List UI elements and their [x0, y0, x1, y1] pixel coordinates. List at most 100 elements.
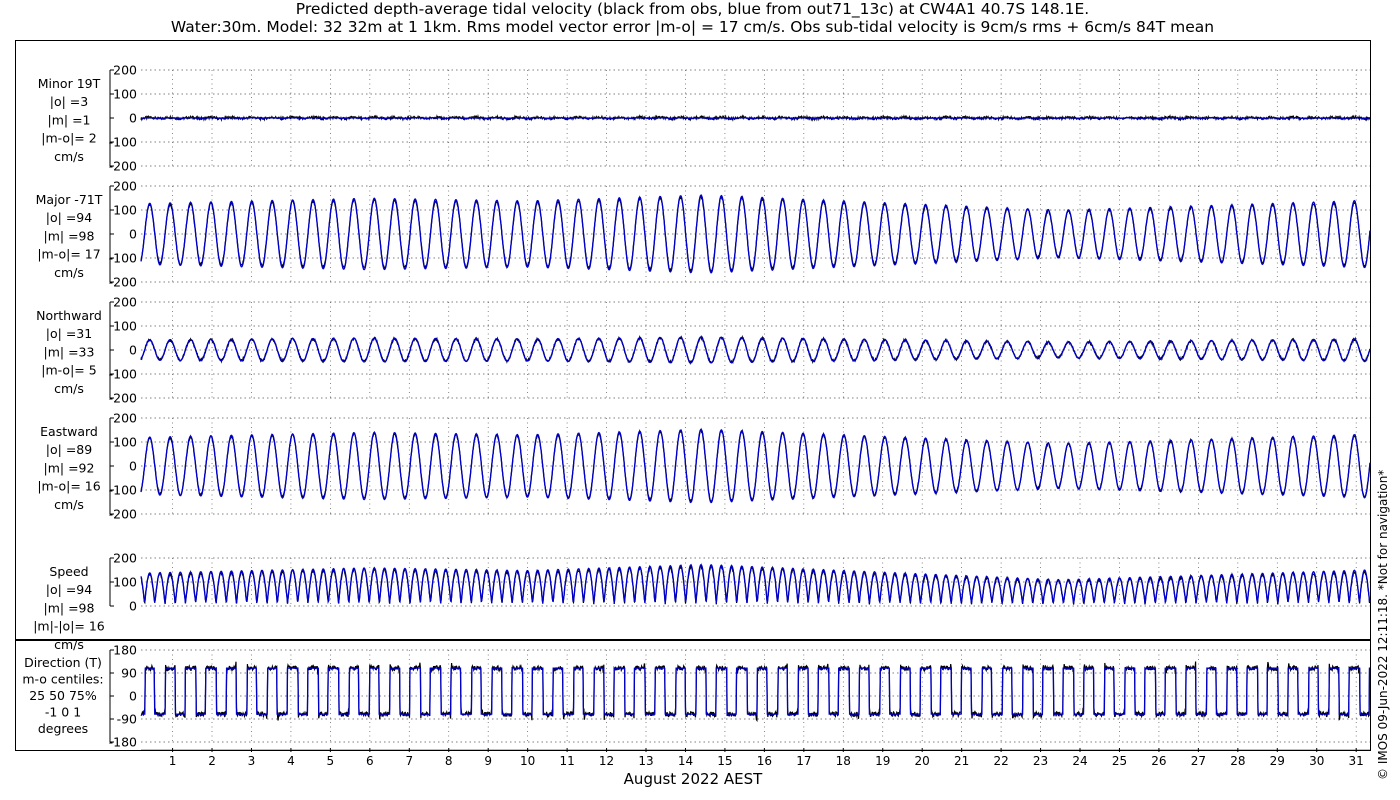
panel-label-stat: |o| =3: [50, 94, 88, 109]
x-tick-label: 6: [366, 754, 374, 768]
x-tick-label: 18: [836, 754, 851, 768]
series-model-line: [140, 563, 1371, 605]
y-tick-label: -100: [109, 367, 137, 382]
y-tick-label: -200: [109, 507, 137, 522]
plot-frames: [15, 40, 1371, 751]
panel-label-stat: |m| =1: [48, 112, 91, 127]
upper-frame: [15, 40, 1371, 640]
panel-label-stat: |m-o|= 2: [41, 131, 96, 146]
y-tick-label: 200: [113, 63, 137, 78]
panel-label-stat: cm/s: [54, 381, 84, 396]
panel-minor: -200 -100 0 100 200 Minor 19T |o| =3 |m| =1 |m-o…: [38, 63, 1371, 174]
y-tick-label: 100: [113, 575, 137, 590]
x-tick-label: 3: [248, 754, 256, 768]
x-axis-label: August 2022 AEST: [624, 770, 763, 788]
panel-label-title: Northward: [36, 308, 102, 323]
x-tick-label: 31: [1349, 754, 1364, 768]
y-tick-label: -100: [109, 251, 137, 266]
y-tick-label: 0: [129, 343, 137, 358]
panel-label-title: Eastward: [40, 424, 98, 439]
y-tick-label: -180: [109, 735, 137, 750]
panel-label-stat: cm/s: [54, 265, 84, 280]
panel-northward: -200 -100 0 100 200 Northward |o| =31 |m| =33 |m…: [36, 295, 1371, 406]
x-tick-label: 27: [1191, 754, 1206, 768]
panel-label-stat: |m-o|= 17: [37, 247, 100, 262]
x-tick-label: 19: [875, 754, 890, 768]
x-tick-label: 1: [169, 754, 177, 768]
panel-direction: -180 -90 0 90 180 Direction (T) m-o centiles:2…: [22, 643, 1371, 750]
panel-label-title: Major -71T: [36, 192, 103, 207]
panel-label-stat: -1 0 1: [45, 705, 81, 720]
panel-label-title: Direction (T): [24, 655, 102, 670]
y-tick-label: 100: [113, 87, 137, 102]
series-model-line: [141, 667, 1371, 715]
y-tick-label: -90: [117, 712, 137, 727]
panel-speed: 0 100 200 Speed |o| =94 |m| =98 |m|-|o|= 16 cm/…: [33, 551, 1371, 652]
panel-label-stat: m-o centiles:: [22, 672, 103, 687]
y-tick-label: 0: [129, 227, 137, 242]
x-tick-label: 13: [638, 754, 653, 768]
panel-label-title: Speed: [49, 564, 88, 579]
y-tick-label: 180: [113, 643, 137, 658]
y-tick-label: -200: [109, 159, 137, 174]
panel-label-stat: |o| =94: [46, 582, 92, 597]
y-tick-label: 0: [129, 689, 137, 704]
x-tick-label: 7: [405, 754, 413, 768]
y-tick-label: 0: [129, 459, 137, 474]
panel-label-stat: cm/s: [54, 497, 84, 512]
x-tick-label: 20: [915, 754, 930, 768]
x-tick-label: 30: [1309, 754, 1324, 768]
series-model-line: [140, 336, 1371, 364]
y-tick-label: -200: [109, 275, 137, 290]
panel-label-stat: |m| =92: [44, 460, 95, 475]
x-tick-label: 4: [287, 754, 295, 768]
y-tick-label: 100: [113, 203, 137, 218]
x-tick-label: 23: [1033, 754, 1048, 768]
panel-label-stat: |o| =31: [46, 326, 92, 341]
x-tick-label: 8: [445, 754, 453, 768]
x-tick-label: 26: [1151, 754, 1166, 768]
lower-frame: [15, 640, 1371, 751]
panel-major: -200 -100 0 100 200 Major -71T |o| =94 |m| =98 |…: [36, 179, 1371, 290]
y-tick-label: 0: [129, 111, 137, 126]
y-tick-label: 100: [113, 435, 137, 450]
panel-label-stat: 25 50 75%: [29, 688, 97, 703]
panel-label-stat: cm/s: [54, 637, 84, 652]
panel-label-stat: |m| =98: [44, 600, 95, 615]
y-tick-label: -200: [109, 391, 137, 406]
y-tick-label: 200: [113, 295, 137, 310]
copyright-note: © IMOS 09-Jun-2022 12:11:18. *Not for na…: [1376, 470, 1390, 780]
panel-eastward: -200 -100 0 100 200 Eastward |o| =89 |m| =92 |m-…: [37, 411, 1371, 522]
panel-label-stat: |o| =94: [46, 210, 92, 225]
panel-label-stat: degrees: [38, 721, 88, 736]
x-tick-label: 29: [1270, 754, 1285, 768]
y-tick-label: 0: [129, 599, 137, 614]
y-tick-label: 200: [113, 411, 137, 426]
x-tick-label: 22: [993, 754, 1008, 768]
y-tick-label: 90: [121, 666, 137, 681]
x-tick-label: 10: [520, 754, 535, 768]
panel-label-stat: |m| =98: [44, 228, 95, 243]
x-tick-label: 28: [1230, 754, 1245, 768]
x-tick-label: 2: [208, 754, 216, 768]
y-tick-label: 200: [113, 551, 137, 566]
x-tick-label: 16: [757, 754, 772, 768]
x-tick-label: 14: [678, 754, 693, 768]
series-model-line: [140, 194, 1371, 274]
x-tick-label: 11: [559, 754, 574, 768]
panel-label-stat: |m-o|= 5: [41, 363, 96, 378]
y-tick-label: -100: [109, 135, 137, 150]
x-tick-label: 24: [1072, 754, 1087, 768]
tidal-velocity-chart: -200-1000100200Minor 19T|o| =3|m| =1|m-o…: [15, 40, 1390, 788]
x-tick-label: 12: [599, 754, 614, 768]
y-tick-label: 100: [113, 319, 137, 334]
x-tick-label: 21: [954, 754, 969, 768]
panel-label-stat: |m| =33: [44, 344, 95, 359]
panel-label-title: Minor 19T: [38, 76, 101, 91]
panel-label-stat: |m-o|= 16: [37, 479, 100, 494]
x-tick-label: 25: [1112, 754, 1127, 768]
x-tick-label: 15: [717, 754, 732, 768]
x-tick-label: 5: [327, 754, 335, 768]
plot-panels: -200-1000100200Minor 19T|o| =3|m| =1|m-o…: [22, 63, 1371, 768]
x-tick-label: 9: [484, 754, 492, 768]
